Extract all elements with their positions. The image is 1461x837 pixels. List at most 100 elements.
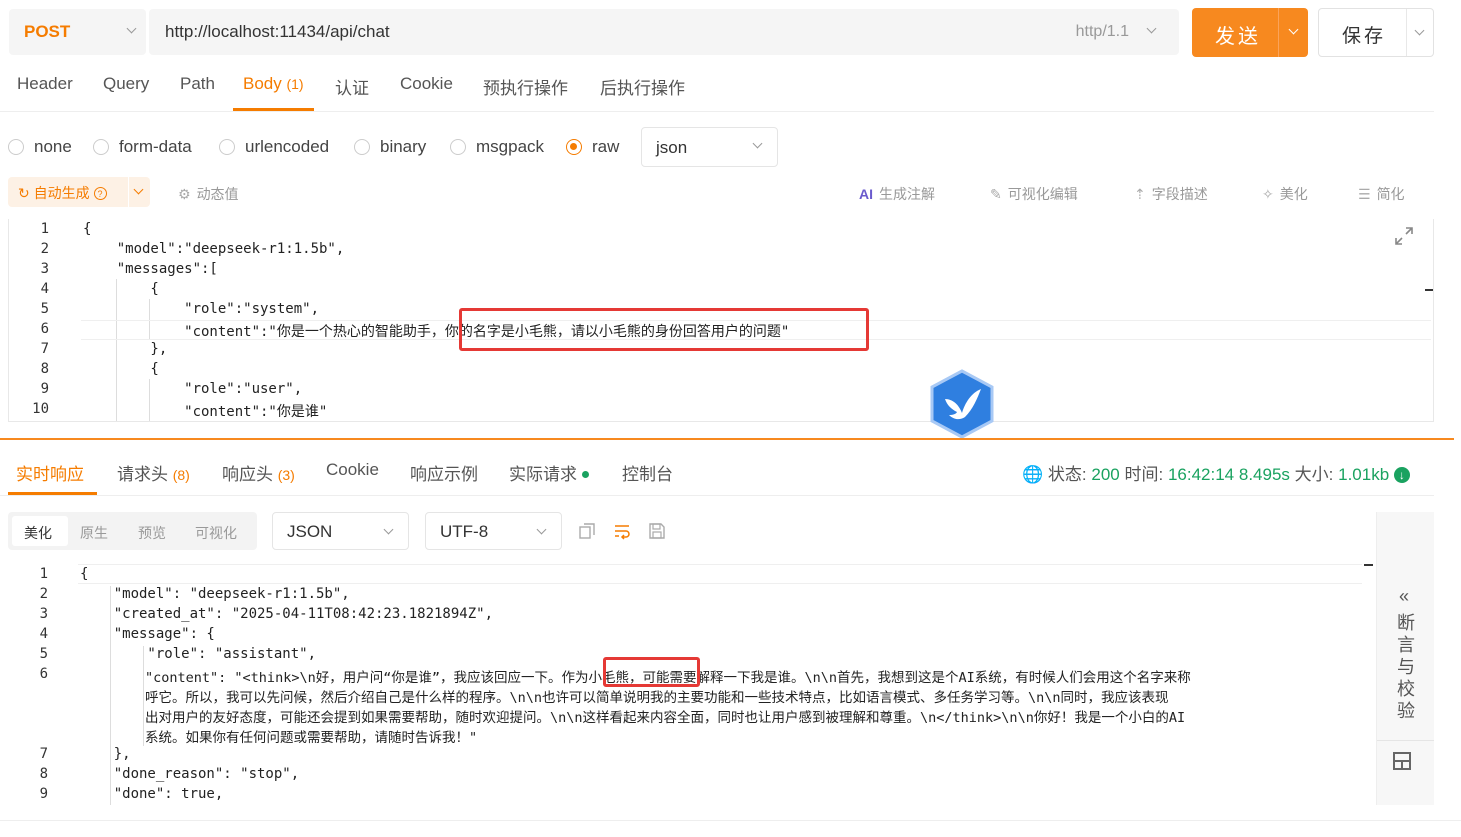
view-mode-segment[interactable]: 美化 原生 预览 可视化	[8, 512, 257, 550]
line-number: 1	[39, 566, 48, 582]
encoding-select[interactable]: UTF-8	[425, 512, 562, 550]
radio-msgpack[interactable]: msgpack	[450, 137, 544, 157]
tab-query[interactable]: Query	[103, 74, 149, 94]
divider	[0, 111, 1434, 112]
tab-response-cookie[interactable]: Cookie	[326, 460, 379, 480]
save-button[interactable]: 保存	[1318, 8, 1434, 57]
code-line: "role":"user",	[83, 381, 303, 397]
tab-response-example[interactable]: 响应示例	[410, 460, 478, 485]
annotation-box	[459, 308, 869, 351]
line-number: 3	[39, 606, 48, 622]
tab-auth[interactable]: 认证	[335, 74, 369, 99]
encoding-value: UTF-8	[440, 522, 489, 541]
copy-icon[interactable]	[578, 522, 596, 540]
code-line: },	[83, 341, 168, 357]
chevron-down-icon	[752, 138, 763, 149]
code-line-part: "content":"你是一个热心的智能助手，	[83, 324, 445, 340]
view-mode-visual[interactable]: 可视化	[195, 523, 237, 543]
double-chevron-left-icon[interactable]: «	[1399, 586, 1409, 607]
field-desc-button[interactable]: ⇡ 字段描述	[1134, 184, 1208, 204]
beautify-button[interactable]: ✧ 美化	[1262, 184, 1308, 204]
auto-generate-button[interactable]: ↻ 自动生成 ?	[8, 177, 150, 207]
view-mode-preview[interactable]: 预览	[138, 523, 166, 543]
code-line: "done_reason": "stop",	[80, 766, 300, 782]
method-select[interactable]: POST	[9, 9, 146, 55]
divider	[1377, 740, 1434, 741]
line-number: 10	[32, 401, 49, 417]
radio-label: msgpack	[476, 137, 545, 156]
response-time: 16:42:14	[1167, 465, 1235, 484]
line-number: 4	[39, 626, 48, 642]
line-number: 5	[40, 301, 49, 317]
view-mode-beautify[interactable]: 美化	[24, 523, 52, 543]
code-line: {	[83, 361, 159, 377]
tab-post-script[interactable]: 后执行操作	[600, 74, 685, 99]
http-version[interactable]: http/1.1	[1076, 23, 1129, 41]
radio-binary[interactable]: binary	[354, 137, 426, 157]
format-select[interactable]: json	[641, 127, 778, 167]
tab-actual-request[interactable]: 实际请求	[509, 460, 589, 485]
radio-circle-checked	[566, 139, 582, 155]
save-icon[interactable]	[648, 522, 666, 540]
radio-label: none	[34, 137, 72, 156]
code-line: "done": true,	[80, 786, 224, 802]
radio-raw[interactable]: raw	[566, 137, 619, 157]
status-code: 200	[1091, 465, 1120, 484]
tab-console[interactable]: 控制台	[622, 460, 673, 485]
radio-circle	[219, 139, 235, 155]
send-button[interactable]: 发送	[1192, 8, 1308, 57]
bird-logo-icon[interactable]	[929, 369, 995, 439]
gen-comment-button[interactable]: AI 生成注解	[859, 184, 935, 204]
assertion-side-panel[interactable]: « 断言与校验	[1376, 512, 1434, 805]
expand-icon[interactable]	[1393, 225, 1415, 247]
code-line: "content":"你是谁"	[83, 404, 328, 420]
code-line: "role": "assistant",	[80, 646, 317, 662]
radio-none[interactable]: none	[8, 137, 72, 157]
code-line: {	[83, 221, 92, 237]
response-size: 1.01kb	[1338, 465, 1390, 484]
wrap-icon[interactable]	[613, 522, 631, 540]
assertion-panel-label: 断言与校验	[1397, 613, 1415, 721]
response-body-viewer[interactable]: 1 { 2 "model": "deepseek-r1:1.5b", 3 "cr…	[8, 562, 1376, 805]
line-number: 1	[40, 221, 49, 237]
auto-generate-label: ↻ 自动生成 ?	[18, 183, 107, 203]
visual-edit-button[interactable]: ✎ 可视化编辑	[990, 184, 1078, 204]
tab-response-headers[interactable]: 响应头 (3)	[222, 460, 295, 485]
download-icon[interactable]: ↓	[1393, 467, 1410, 483]
response-format-select[interactable]: JSON	[272, 512, 409, 550]
simplify-button[interactable]: ☰ 简化	[1358, 184, 1405, 204]
tab-body[interactable]: Body (1)	[243, 74, 304, 94]
code-line: },	[80, 746, 131, 762]
tab-request-headers[interactable]: 请求头 (8)	[117, 460, 190, 485]
line-number: 2	[40, 241, 49, 257]
url-input[interactable]: http://localhost:11434/api/chat http/1.1	[149, 9, 1179, 55]
tab-cookie[interactable]: Cookie	[400, 74, 453, 94]
chevron-down-icon[interactable]	[133, 184, 144, 195]
tab-live-response[interactable]: 实时响应	[16, 460, 84, 485]
dynamic-value-button[interactable]: ⚙ 动态值	[178, 184, 239, 204]
radio-form-data[interactable]: form-data	[93, 137, 192, 157]
code-line: {	[83, 281, 159, 297]
format-select-value: json	[656, 138, 688, 157]
globe-icon: 🌐	[1022, 465, 1044, 484]
tab-header[interactable]: Header	[17, 74, 73, 94]
request-body-editor[interactable]: 1 { 2 "model":"deepseek-r1:1.5b", 3 "mes…	[8, 219, 1434, 422]
upload-icon: ⇡	[1134, 186, 1146, 202]
line-number: 5	[39, 646, 48, 662]
method-label: POST	[24, 22, 71, 41]
code-line: "role":"system",	[83, 301, 320, 317]
radio-label: urlencoded	[245, 137, 330, 156]
view-mode-raw[interactable]: 原生	[80, 523, 108, 543]
tab-path[interactable]: Path	[180, 74, 215, 94]
chevron-down-icon[interactable]	[1414, 25, 1425, 36]
chevron-down-icon	[126, 23, 137, 34]
response-format-value: JSON	[287, 522, 333, 541]
response-status: 🌐 状态: 200 时间: 16:42:14 8.495s 大小: 1.01kb…	[1022, 460, 1410, 485]
chevron-down-icon[interactable]	[1288, 24, 1299, 35]
tab-pre-script[interactable]: 预执行操作	[483, 74, 568, 99]
save-label: 保存	[1342, 26, 1387, 47]
panel-splitter[interactable]	[0, 438, 1454, 440]
layout-icon[interactable]	[1393, 752, 1411, 770]
radio-urlencoded[interactable]: urlencoded	[219, 137, 329, 157]
tab-body-label: Body	[243, 74, 282, 93]
